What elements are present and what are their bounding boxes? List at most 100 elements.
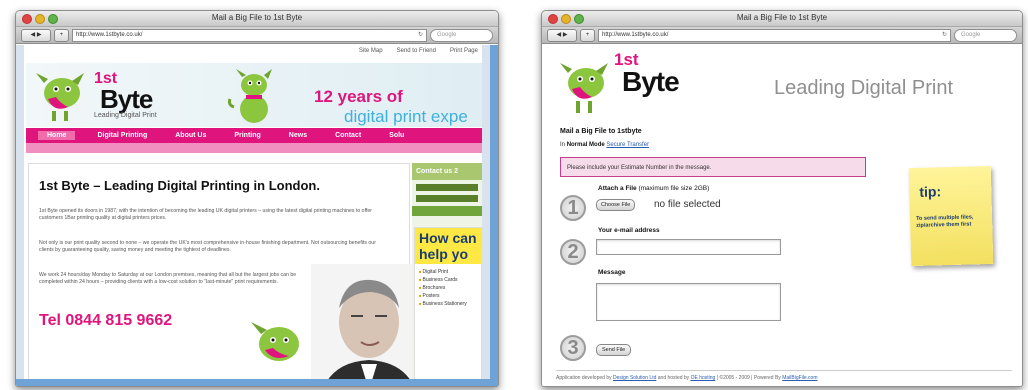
logo-tagline: Leading Digital Print (94, 112, 157, 119)
url-text: http://www.1stbyte.co.uk/ (602, 31, 669, 38)
service-item[interactable]: Digital Print (419, 268, 477, 276)
back-forward-button[interactable]: ◀ ▶ (21, 28, 51, 42)
logo-byte: Byte (100, 84, 153, 114)
nav-underline (26, 143, 482, 153)
back-forward-button[interactable]: ◀ ▶ (547, 28, 577, 42)
portrait-photo (311, 264, 421, 386)
intro-paragraph-2: Not only is our print quality second to … (39, 240, 376, 253)
email-label: Your e-mail address (598, 227, 660, 234)
search-field[interactable]: Google (954, 28, 1017, 42)
address-bar[interactable]: http://www.1stbyte.co.uk/ ↻ (72, 28, 427, 42)
notice-banner: Please include your Estimate Number in t… (560, 157, 866, 177)
webpage: Site Map Send to Friend Print Page 1st B… (24, 45, 482, 386)
utility-links: Site Map Send to Friend Print Page (359, 48, 478, 54)
window-title: Mail a Big File to 1st Byte (211, 13, 303, 22)
nav-printing[interactable]: Printing (234, 132, 260, 139)
send-to-friend-link[interactable]: Send to Friend (397, 48, 436, 54)
nav-solutions[interactable]: Solu (389, 132, 404, 139)
attach-max-size: (maximum file size 2GB) (638, 185, 710, 192)
attach-label-text: Attach a File (598, 185, 637, 192)
horizontal-scrollbar[interactable] (16, 379, 498, 386)
url-text: http://www.1stbyte.co.uk/ (76, 31, 143, 38)
send-file-button[interactable]: Send File (596, 344, 632, 356)
banner-line-2: digital print expe (344, 107, 468, 126)
attach-file-label: Attach a File (maximum file size 2GB) (598, 185, 709, 192)
nav-news[interactable]: News (289, 132, 307, 139)
intro-paragraph-3: We work 24 hours/day Monday to Saturday … (39, 272, 297, 285)
service-item[interactable]: Brochures (419, 284, 477, 292)
dog-mascot-icon (36, 73, 84, 121)
logo-byte: Byte (622, 66, 680, 97)
footer-powered-link[interactable]: MailBigFile.com (782, 375, 817, 381)
window-title: Mail a Big File to 1st Byte (736, 13, 828, 22)
title-bar: Mail a Big File to 1st Byte (542, 11, 1022, 27)
contact-title: Contact us 2 (412, 163, 482, 180)
help-title: How can help yo (415, 228, 481, 264)
sidebar: Contact us 2 How can help yo Digital Pri… (412, 163, 482, 386)
choose-file-button[interactable]: Choose File (596, 199, 636, 211)
footer-years: | ©2005 - 2009 | Powered By (716, 375, 781, 381)
footer-prefix: Application developed by (556, 375, 612, 381)
page-heading: 1st Byte – Leading Digital Printing in L… (39, 178, 320, 193)
address-bar[interactable]: http://www.1stbyte.co.uk/ ↻ (598, 28, 951, 42)
main-nav: Home Digital Printing About Us Printing … (26, 128, 482, 143)
contact-phone-line (416, 184, 478, 191)
nav-contact[interactable]: Contact (335, 132, 361, 139)
footer-host-link[interactable]: OE hosting (691, 375, 716, 381)
transfer-mode: In Normal Mode Secure Transfer (560, 142, 649, 148)
dog-mascot-bottom-icon (251, 322, 299, 361)
message-label: Message (598, 269, 626, 276)
add-bookmark-button[interactable]: + (54, 28, 69, 42)
tip-text: To send multiple files, zip/archive them… (915, 214, 974, 229)
tip-sticky-note: tip: To send multiple files, zip/archive… (908, 165, 994, 267)
nav-home[interactable]: Home (38, 131, 76, 140)
form-title: Mail a Big File to 1stbyte (560, 128, 642, 135)
mode-prefix: In (560, 142, 566, 148)
site-map-link[interactable]: Site Map (359, 48, 383, 54)
add-bookmark-button[interactable]: + (580, 28, 595, 42)
page-viewport: Site Map Send to Friend Print Page 1st B… (16, 45, 498, 386)
reload-icon[interactable]: ↻ (418, 30, 423, 41)
vertical-scrollbar[interactable] (490, 45, 498, 386)
help-box: How can help yo Digital Print Business C… (414, 227, 482, 386)
services-list: Digital Print Business Cards Brochures P… (415, 264, 481, 312)
title-bar: Mail a Big File to 1st Byte (16, 11, 498, 27)
print-page-link[interactable]: Print Page (450, 48, 478, 54)
search-placeholder: Google (961, 31, 981, 38)
search-placeholder: Google (437, 31, 457, 38)
browser-window-right: Mail a Big File to 1st Byte ◀ ▶ + http:/… (541, 10, 1023, 387)
service-item[interactable]: Posters (419, 292, 477, 300)
site-header: 1st Byte Leading Digital Print 12 years … (26, 63, 482, 127)
phone-number: Tel 0844 815 9662 (39, 312, 173, 329)
secure-transfer-link[interactable]: Secure Transfer (606, 142, 649, 148)
browser-toolbar: ◀ ▶ + http://www.1stbyte.co.uk/ ↻ Google (16, 27, 498, 44)
banner-line-1: 12 years of (314, 87, 403, 106)
tip-title: tip: (919, 183, 942, 200)
headline: Leading Digital Print (774, 77, 953, 99)
nav-digital-printing[interactable]: Digital Printing (97, 132, 147, 139)
page-viewport: 1st Byte Leading Digital Print Mail a Bi… (542, 45, 1022, 386)
site-logo[interactable]: 1st Byte Leading Digital Print (94, 70, 157, 119)
message-textarea[interactable] (596, 283, 781, 321)
service-item[interactable]: Business Stationery (419, 300, 477, 308)
footer-developer-link[interactable]: Design Solution Ltd (613, 375, 656, 381)
site-logo[interactable]: 1st Byte (614, 50, 680, 97)
footer-mid: and hosted by (657, 375, 690, 381)
enquiry-bar[interactable] (412, 206, 482, 216)
contact-email-line (416, 195, 478, 202)
page-footer: Application developed by Design Solution… (556, 370, 1012, 381)
dog-mascot-icon (560, 63, 608, 113)
browser-window-left: Mail a Big File to 1st Byte ◀ ▶ + http:/… (15, 10, 499, 387)
email-input[interactable] (596, 239, 781, 255)
no-file-selected-text: no file selected (654, 199, 721, 210)
intro-paragraph-1: 1st Byte opened its doors in 1987, with … (39, 208, 372, 221)
step-3-badge: 3 (560, 335, 586, 361)
search-field[interactable]: Google (430, 28, 493, 42)
service-item[interactable]: Business Cards (419, 276, 477, 284)
reload-icon[interactable]: ↻ (942, 30, 947, 41)
step-1-badge: 1 (560, 195, 586, 221)
main-content: 1st Byte – Leading Digital Printing in L… (28, 163, 421, 386)
browser-toolbar: ◀ ▶ + http://www.1stbyte.co.uk/ ↻ Google (542, 27, 1022, 44)
nav-about-us[interactable]: About Us (175, 132, 206, 139)
dog-mascot-sitting-icon (228, 69, 272, 123)
